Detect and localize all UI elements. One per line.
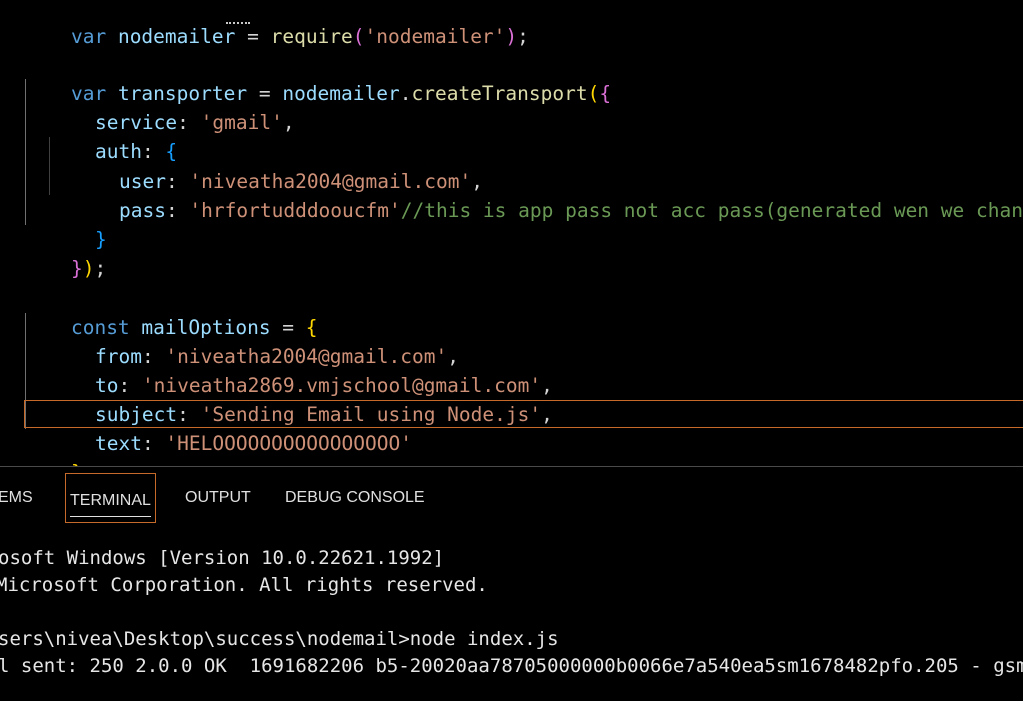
tab-problems[interactable]: EMS xyxy=(0,483,33,513)
terminal-line: osoft Windows [Version 10.0.22621.1992] xyxy=(0,547,445,569)
bottom-panel: EMS TERMINAL OUTPUT DEBUG CONSOLE osoft … xyxy=(0,467,1023,701)
code-line-1[interactable]: var nodemailer = require('nodemailer'); xyxy=(24,0,529,48)
code-line-8[interactable]: }); xyxy=(24,225,106,280)
code-line-11[interactable]: to: 'niveatha2869.vmjschool@gmail.com', xyxy=(48,342,553,397)
code-line-3[interactable]: service: 'gmail', xyxy=(48,79,295,134)
code-line-6[interactable]: pass: 'hrfortudddoouсfm'//this is app pa… xyxy=(72,167,1023,222)
tab-terminal[interactable]: TERMINAL xyxy=(65,473,156,523)
code-line-4[interactable]: auth: { xyxy=(48,108,177,163)
terminal-line: l sent: 250 2.0.0 OK 1691682206 b5-20020… xyxy=(0,655,1023,677)
code-editor[interactable]: var nodemailer = require('nodemailer'); … xyxy=(0,0,1023,466)
code-line-10[interactable]: from: 'niveatha2004@gmail.com', xyxy=(48,313,459,368)
tab-output[interactable]: OUTPUT xyxy=(185,483,251,513)
tab-debug-console[interactable]: DEBUG CONSOLE xyxy=(285,483,425,513)
code-line-5[interactable]: user: 'niveatha2004@gmail.com', xyxy=(72,138,483,193)
code-line-12[interactable]: subject: 'Sending Email using Node.js', xyxy=(48,371,553,426)
code-line-14[interactable]: }; xyxy=(24,429,95,466)
code-line-13[interactable]: text: 'HELOOOOOOOOOOOOOOOO' xyxy=(48,400,412,455)
code-line-7[interactable]: } xyxy=(48,196,107,251)
terminal-line: Microsoft Corporation. All rights reserv… xyxy=(0,574,488,596)
code-line-2[interactable]: var transporter = nodemailer.createTrans… xyxy=(24,50,611,105)
terminal-line: sers\nivea\Desktop\success\nodemail>node… xyxy=(0,628,559,650)
code-line-9[interactable]: const mailOptions = { xyxy=(24,284,318,339)
